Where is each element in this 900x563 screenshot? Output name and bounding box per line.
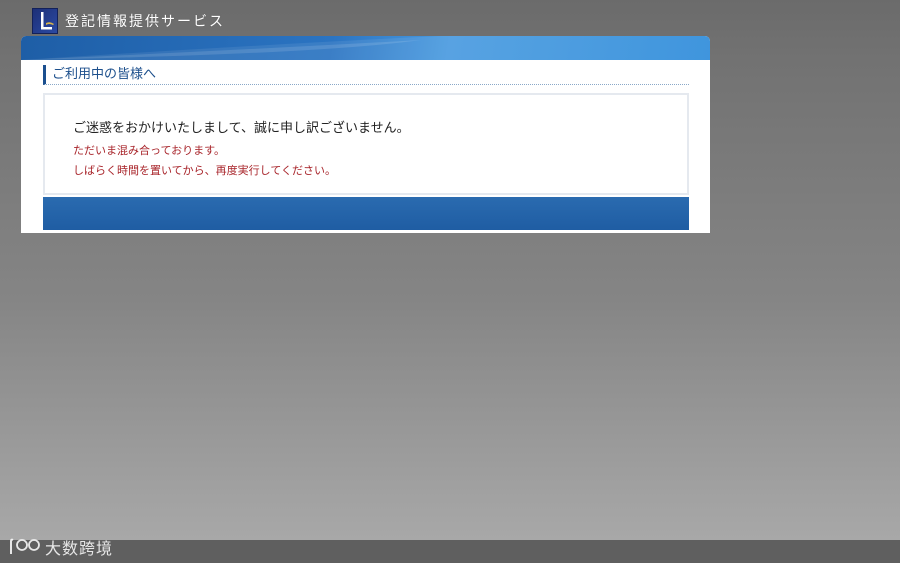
watermark-text: 大数跨境 <box>45 539 114 558</box>
watermark-logo-icon <box>10 538 40 554</box>
footer-bar <box>0 540 900 563</box>
maintenance-page: { "header": { "site_title": "登記情報提供サービス"… <box>0 0 900 563</box>
site-title: 登記情報提供サービス <box>65 14 225 30</box>
panel-header-bar <box>21 36 710 60</box>
site-header: 登記情報提供サービス <box>32 7 225 35</box>
apology-message: ご迷惑をおかけいたしまして、誠に申し訳ございません。 <box>73 121 410 136</box>
message-box: ご迷惑をおかけいたしまして、誠に申し訳ございません。 ただいま混み合っております… <box>43 93 689 195</box>
notice-panel: ご利用中の皆様へ ご迷惑をおかけいたしまして、誠に申し訳ございません。 ただいま… <box>21 36 710 233</box>
panel-footer-bar <box>43 197 689 230</box>
busy-message: ただいま混み合っております。 <box>73 144 226 157</box>
section-title: ご利用中の皆様へ <box>43 65 689 85</box>
retry-message: しばらく時間を置いてから、再度実行してください。 <box>73 164 337 177</box>
watermark: 大数跨境 <box>8 536 113 558</box>
registry-logo-icon <box>32 8 58 34</box>
